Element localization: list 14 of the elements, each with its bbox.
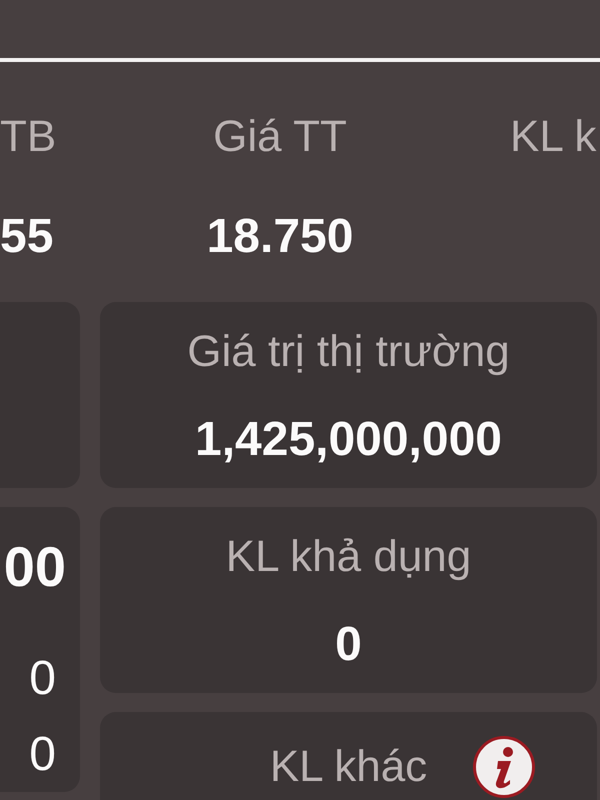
stat-value: 1,425,000,000	[195, 412, 502, 468]
stat-label: KL khác	[270, 741, 428, 793]
stat-value: 0	[335, 617, 362, 673]
stat-label: KL khả dụng	[226, 531, 472, 583]
column-header: Giá TT	[213, 111, 347, 163]
stat-label: Giá trị thị trường	[187, 326, 510, 378]
stat-value: 0	[29, 651, 56, 707]
stat-value: 0	[29, 727, 56, 783]
column-header: KL k	[510, 111, 596, 163]
column-value: 18.750	[206, 209, 354, 265]
stat-value: 00	[4, 535, 66, 599]
column-header: TB	[0, 111, 56, 163]
info-icon[interactable]	[473, 736, 536, 798]
column-value: 55	[0, 209, 54, 265]
